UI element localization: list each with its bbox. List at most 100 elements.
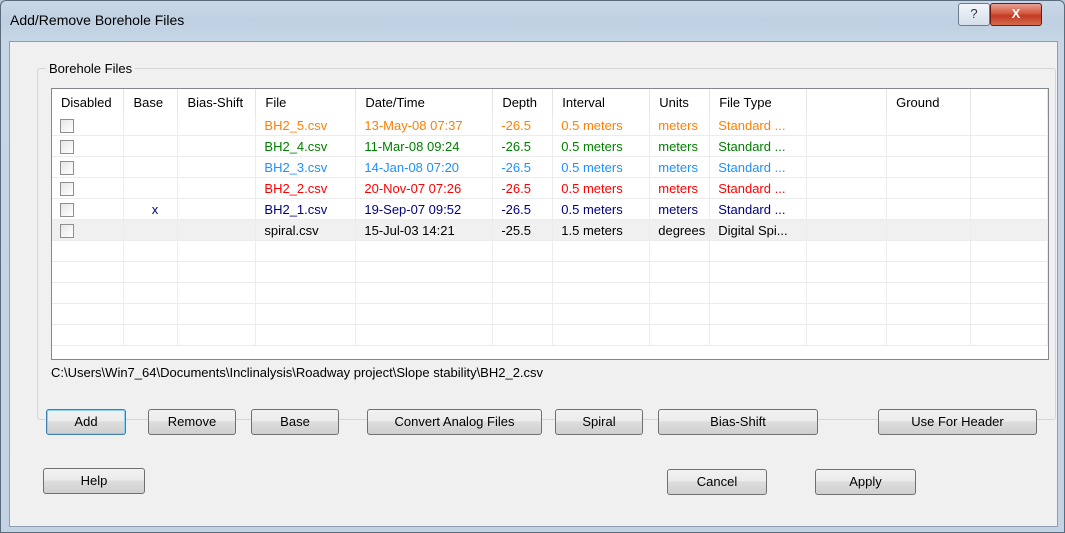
ground-cell	[886, 219, 972, 241]
disabled-checkbox[interactable]	[60, 223, 74, 238]
filler-cell	[970, 177, 1048, 199]
empty-cell	[52, 240, 125, 262]
column-header[interactable]: File Type	[709, 89, 808, 115]
datetime-cell: 13-May-08 07:37	[355, 115, 494, 136]
disabled-checkbox[interactable]	[60, 181, 74, 196]
spiral-button[interactable]: Spiral	[555, 409, 643, 435]
help-icon[interactable]: ?	[958, 3, 990, 26]
ground-cell	[886, 177, 972, 199]
empty-cell	[886, 303, 972, 325]
base-button[interactable]: Base	[251, 409, 339, 435]
extra-cell	[806, 198, 888, 220]
borehole-file-list[interactable]: Disabled Base Bias-Shift File Date/Time Depth…	[51, 88, 1049, 360]
table-row[interactable]: BH2_2.csv 20-Nov-07 07:26 -26.5 0.5 meters m…	[52, 177, 1048, 199]
empty-cell	[177, 282, 257, 304]
use-for-header-button[interactable]: Use For Header	[878, 409, 1037, 435]
column-header[interactable]: Bias-Shift	[177, 89, 257, 115]
units-cell: meters	[649, 115, 711, 136]
file-type-cell: Standard ...	[709, 135, 808, 157]
interval-cell: 0.5 meters	[552, 177, 651, 199]
table-row[interactable]: spiral.csv 15-Jul-03 14:21 -25.5 1.5 meters…	[52, 219, 1048, 241]
empty-cell	[970, 240, 1048, 262]
empty-cell	[355, 282, 494, 304]
empty-cell	[709, 303, 808, 325]
dialog-body: Borehole Files Disabled Base Bias-Shift Fil…	[9, 41, 1058, 527]
ground-cell	[886, 156, 972, 178]
interval-cell: 0.5 meters	[552, 115, 651, 136]
empty-cell	[52, 324, 125, 346]
ground-cell	[886, 198, 972, 220]
units-cell: meters	[649, 135, 711, 157]
units-cell: meters	[649, 177, 711, 199]
bias-shift-cell	[177, 156, 257, 178]
empty-cell	[552, 240, 651, 262]
table-row[interactable]: x BH2_1.csv 19-Sep-07 09:52 -26.5 0.5 meters…	[52, 198, 1048, 220]
empty-cell	[492, 303, 554, 325]
table-row[interactable]: BH2_3.csv 14-Jan-08 07:20 -26.5 0.5 meters m…	[52, 156, 1048, 178]
column-header[interactable]: Depth	[492, 89, 554, 115]
column-header[interactable]: Ground	[886, 89, 972, 115]
column-header[interactable]: Units	[649, 89, 711, 115]
empty-cell	[806, 261, 888, 283]
table-row[interactable]: BH2_5.csv 13-May-08 07:37 -26.5 0.5 meters m…	[52, 115, 1048, 136]
file-type-cell: Digital Spi...	[709, 219, 808, 241]
help-button[interactable]: Help	[43, 468, 145, 494]
column-header[interactable]: Disabled	[52, 89, 125, 115]
base-cell	[123, 135, 179, 157]
datetime-cell: 19-Sep-07 09:52	[355, 198, 494, 220]
column-header[interactable]: Base	[123, 89, 179, 115]
empty-cell	[177, 240, 257, 262]
empty-cell	[255, 303, 357, 325]
empty-cell	[552, 303, 651, 325]
convert-analog-files-button[interactable]: Convert Analog Files	[367, 409, 542, 435]
empty-cell	[177, 324, 257, 346]
ground-cell	[886, 115, 972, 136]
apply-button[interactable]: Apply	[815, 469, 916, 495]
disabled-cell	[52, 135, 125, 157]
table-row[interactable]: BH2_4.csv 11-Mar-08 09:24 -26.5 0.5 meters m…	[52, 135, 1048, 157]
disabled-checkbox[interactable]	[60, 118, 74, 133]
interval-cell: 1.5 meters	[552, 219, 651, 241]
column-header[interactable]	[806, 89, 888, 115]
empty-cell	[123, 261, 179, 283]
add-button[interactable]: Add	[46, 409, 126, 435]
empty-cell	[492, 282, 554, 304]
disabled-checkbox[interactable]	[60, 160, 74, 175]
units-cell: degrees	[649, 219, 711, 241]
depth-cell: -26.5	[492, 135, 554, 157]
column-header[interactable]: File	[255, 89, 357, 115]
column-header[interactable]: Date/Time	[355, 89, 494, 115]
file-cell: BH2_3.csv	[255, 156, 357, 178]
column-header[interactable]: Interval	[552, 89, 651, 115]
base-cell	[123, 177, 179, 199]
bias-shift-cell	[177, 219, 257, 241]
bias-shift-button[interactable]: Bias-Shift	[658, 409, 818, 435]
selected-file-path: C:\Users\Win7_64\Documents\Inclinalysis\…	[51, 365, 544, 380]
empty-row	[52, 303, 1048, 325]
extra-cell	[806, 156, 888, 178]
disabled-checkbox[interactable]	[60, 202, 74, 217]
empty-cell	[492, 261, 554, 283]
remove-button[interactable]: Remove	[148, 409, 236, 435]
base-cell	[123, 156, 179, 178]
interval-cell: 0.5 meters	[552, 156, 651, 178]
close-icon[interactable]: X	[990, 3, 1042, 26]
table-header-row: Disabled Base Bias-Shift File Date/Time Depth…	[52, 89, 1048, 115]
empty-cell	[355, 240, 494, 262]
empty-row	[52, 324, 1048, 346]
empty-cell	[886, 240, 972, 262]
empty-cell	[970, 303, 1048, 325]
file-cell: BH2_1.csv	[255, 198, 357, 220]
file-type-cell: Standard ...	[709, 156, 808, 178]
empty-cell	[52, 261, 125, 283]
title-bar[interactable]: Add/Remove Borehole Files ? X	[1, 1, 1064, 41]
filler-cell	[970, 156, 1048, 178]
empty-cell	[806, 303, 888, 325]
file-table: Disabled Base Bias-Shift File Date/Time Depth…	[52, 89, 1048, 346]
empty-cell	[177, 261, 257, 283]
empty-cell	[552, 261, 651, 283]
empty-cell	[255, 282, 357, 304]
disabled-checkbox[interactable]	[60, 139, 74, 154]
cancel-button[interactable]: Cancel	[667, 469, 767, 495]
disabled-cell	[52, 198, 125, 220]
